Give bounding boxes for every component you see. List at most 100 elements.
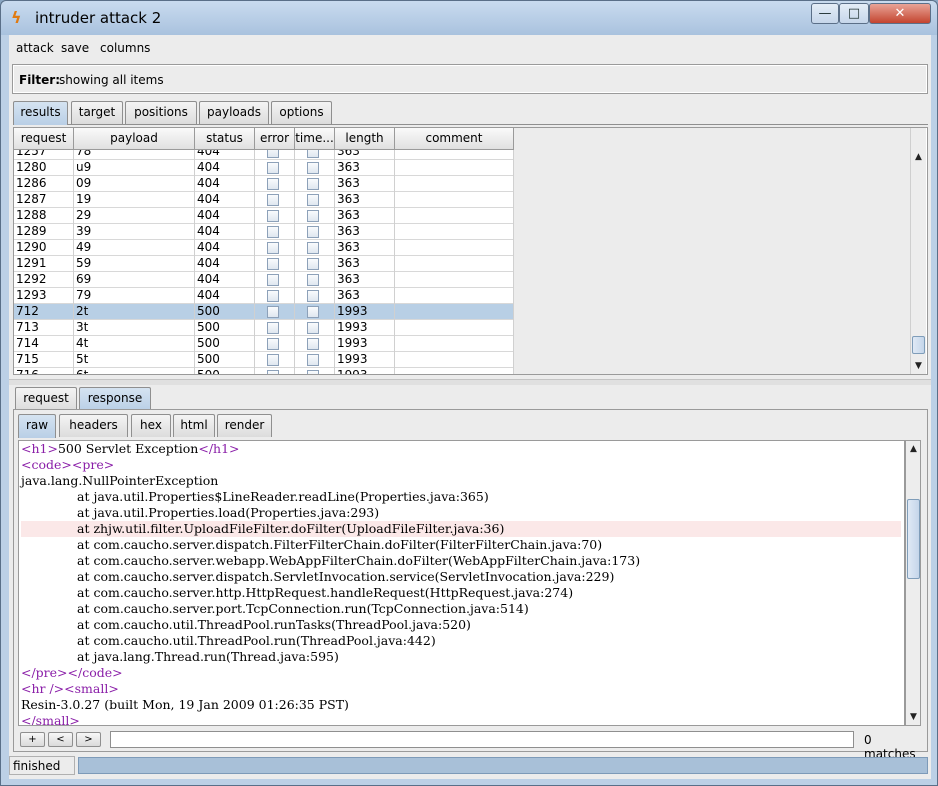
pane-splitter[interactable]	[9, 379, 931, 385]
cell-error	[255, 272, 295, 288]
menu-save[interactable]: save	[61, 41, 89, 55]
table-row[interactable]: 1257 78 404 363	[14, 150, 514, 160]
timeout-checkbox[interactable]	[307, 194, 319, 206]
html-tag: </pre></code>	[21, 665, 123, 680]
tab-results[interactable]: results	[13, 101, 68, 125]
timeout-checkbox[interactable]	[307, 226, 319, 238]
error-checkbox[interactable]	[267, 178, 279, 190]
col-payload[interactable]: payload	[74, 128, 195, 150]
tab-hex[interactable]: hex	[131, 414, 171, 437]
timeout-checkbox[interactable]	[307, 210, 319, 222]
response-scroll-down-arrow[interactable]: ▼	[906, 709, 921, 725]
timeout-checkbox[interactable]	[307, 290, 319, 302]
timeout-checkbox[interactable]	[307, 338, 319, 350]
cell-length: 1993	[335, 320, 395, 336]
table-row[interactable]: 712 2t 500 1993	[14, 304, 514, 320]
table-row[interactable]: 1291 59 404 363	[14, 256, 514, 272]
error-checkbox[interactable]	[267, 226, 279, 238]
col-length[interactable]: length	[335, 128, 395, 150]
tab-options[interactable]: options	[271, 101, 332, 124]
error-checkbox[interactable]	[267, 306, 279, 318]
table-row[interactable]: 1292 69 404 363	[14, 272, 514, 288]
status-bar: finished	[9, 756, 931, 776]
cell-payload: 6t	[74, 368, 195, 374]
error-checkbox[interactable]	[267, 354, 279, 366]
menu-attack[interactable]: attack	[16, 41, 54, 55]
response-scroll-thumb[interactable]	[907, 499, 920, 579]
timeout-checkbox[interactable]	[307, 306, 319, 318]
tab-target[interactable]: target	[71, 101, 123, 124]
error-checkbox[interactable]	[267, 210, 279, 222]
col-timeout[interactable]: time...	[295, 128, 335, 150]
table-row[interactable]: 714 4t 500 1993	[14, 336, 514, 352]
response-line: at com.caucho.server.dispatch.ServletInv…	[21, 569, 901, 585]
table-row[interactable]: 715 5t 500 1993	[14, 352, 514, 368]
table-row[interactable]: 1280 u9 404 363	[14, 160, 514, 176]
cell-status: 500	[195, 368, 255, 374]
error-checkbox[interactable]	[267, 338, 279, 350]
cell-length: 363	[335, 256, 395, 272]
error-checkbox[interactable]	[267, 150, 279, 158]
error-checkbox[interactable]	[267, 162, 279, 174]
timeout-checkbox[interactable]	[307, 258, 319, 270]
response-scroll-up-arrow[interactable]: ▲	[906, 441, 921, 457]
previous-match-button[interactable]: <	[48, 732, 73, 747]
table-row[interactable]: 1293 79 404 363	[14, 288, 514, 304]
tab-headers[interactable]: headers	[59, 414, 128, 437]
close-button[interactable]: ✕	[869, 3, 931, 24]
cell-payload: 2t	[74, 304, 195, 320]
table-row[interactable]: 7166t500 1993	[14, 368, 514, 374]
table-row[interactable]: 1286 09 404 363	[14, 176, 514, 192]
timeout-checkbox[interactable]	[307, 274, 319, 286]
response-scrollbar[interactable]: ▲ ▼	[905, 440, 921, 726]
tab-html[interactable]: html	[173, 414, 215, 437]
timeout-checkbox[interactable]	[307, 322, 319, 334]
add-button[interactable]: +	[20, 732, 45, 747]
timeout-checkbox[interactable]	[307, 354, 319, 366]
menu-columns[interactable]: columns	[100, 41, 150, 55]
error-checkbox[interactable]	[267, 370, 279, 374]
error-checkbox[interactable]	[267, 194, 279, 206]
tab-payloads[interactable]: payloads	[199, 101, 269, 124]
next-match-button[interactable]: >	[76, 732, 101, 747]
tab-response[interactable]: response	[79, 387, 151, 411]
timeout-checkbox[interactable]	[307, 242, 319, 254]
timeout-checkbox[interactable]	[307, 178, 319, 190]
col-status[interactable]: status	[195, 128, 255, 150]
error-checkbox[interactable]	[267, 258, 279, 270]
filter-bar[interactable]: Filter: showing all items	[12, 64, 928, 94]
title-bar[interactable]: ϟ intruder attack 2 — □ ✕	[1, 1, 937, 35]
error-checkbox[interactable]	[267, 322, 279, 334]
line-text: at com.caucho.util.ThreadPool.runTasks(T…	[77, 617, 471, 632]
cell-status: 404	[195, 192, 255, 208]
maximize-button[interactable]: □	[839, 3, 869, 24]
error-checkbox[interactable]	[267, 242, 279, 254]
tab-request[interactable]: request	[15, 387, 77, 410]
table-row[interactable]: 713 3t 500 1993	[14, 320, 514, 336]
tab-raw[interactable]: raw	[18, 414, 56, 438]
cell-timeout	[295, 208, 335, 224]
timeout-checkbox[interactable]	[307, 150, 319, 158]
col-request[interactable]: request	[14, 128, 74, 150]
table-row[interactable]: 1290 49 404 363	[14, 240, 514, 256]
cell-comment	[395, 208, 514, 224]
tab-render[interactable]: render	[217, 414, 272, 437]
tab-positions[interactable]: positions	[125, 101, 197, 124]
table-row[interactable]: 1289 39 404 363	[14, 224, 514, 240]
scroll-down-arrow[interactable]: ▼	[911, 358, 926, 374]
cell-payload: 4t	[74, 336, 195, 352]
timeout-checkbox[interactable]	[307, 162, 319, 174]
results-scrollbar[interactable]: ▲ ▼	[910, 128, 926, 374]
col-comment[interactable]: comment	[395, 128, 514, 150]
scroll-thumb[interactable]	[912, 336, 925, 354]
response-raw-text[interactable]: <h1>500 Servlet Exception</h1> <code><pre…	[18, 440, 905, 726]
table-row[interactable]: 1288 29 404 363	[14, 208, 514, 224]
minimize-button[interactable]: —	[811, 3, 839, 24]
col-error[interactable]: error	[255, 128, 295, 150]
search-input[interactable]	[110, 731, 854, 748]
table-row[interactable]: 1287 19 404 363	[14, 192, 514, 208]
error-checkbox[interactable]	[267, 274, 279, 286]
scroll-up-arrow[interactable]: ▲	[911, 149, 926, 165]
error-checkbox[interactable]	[267, 290, 279, 302]
timeout-checkbox[interactable]	[307, 370, 319, 374]
